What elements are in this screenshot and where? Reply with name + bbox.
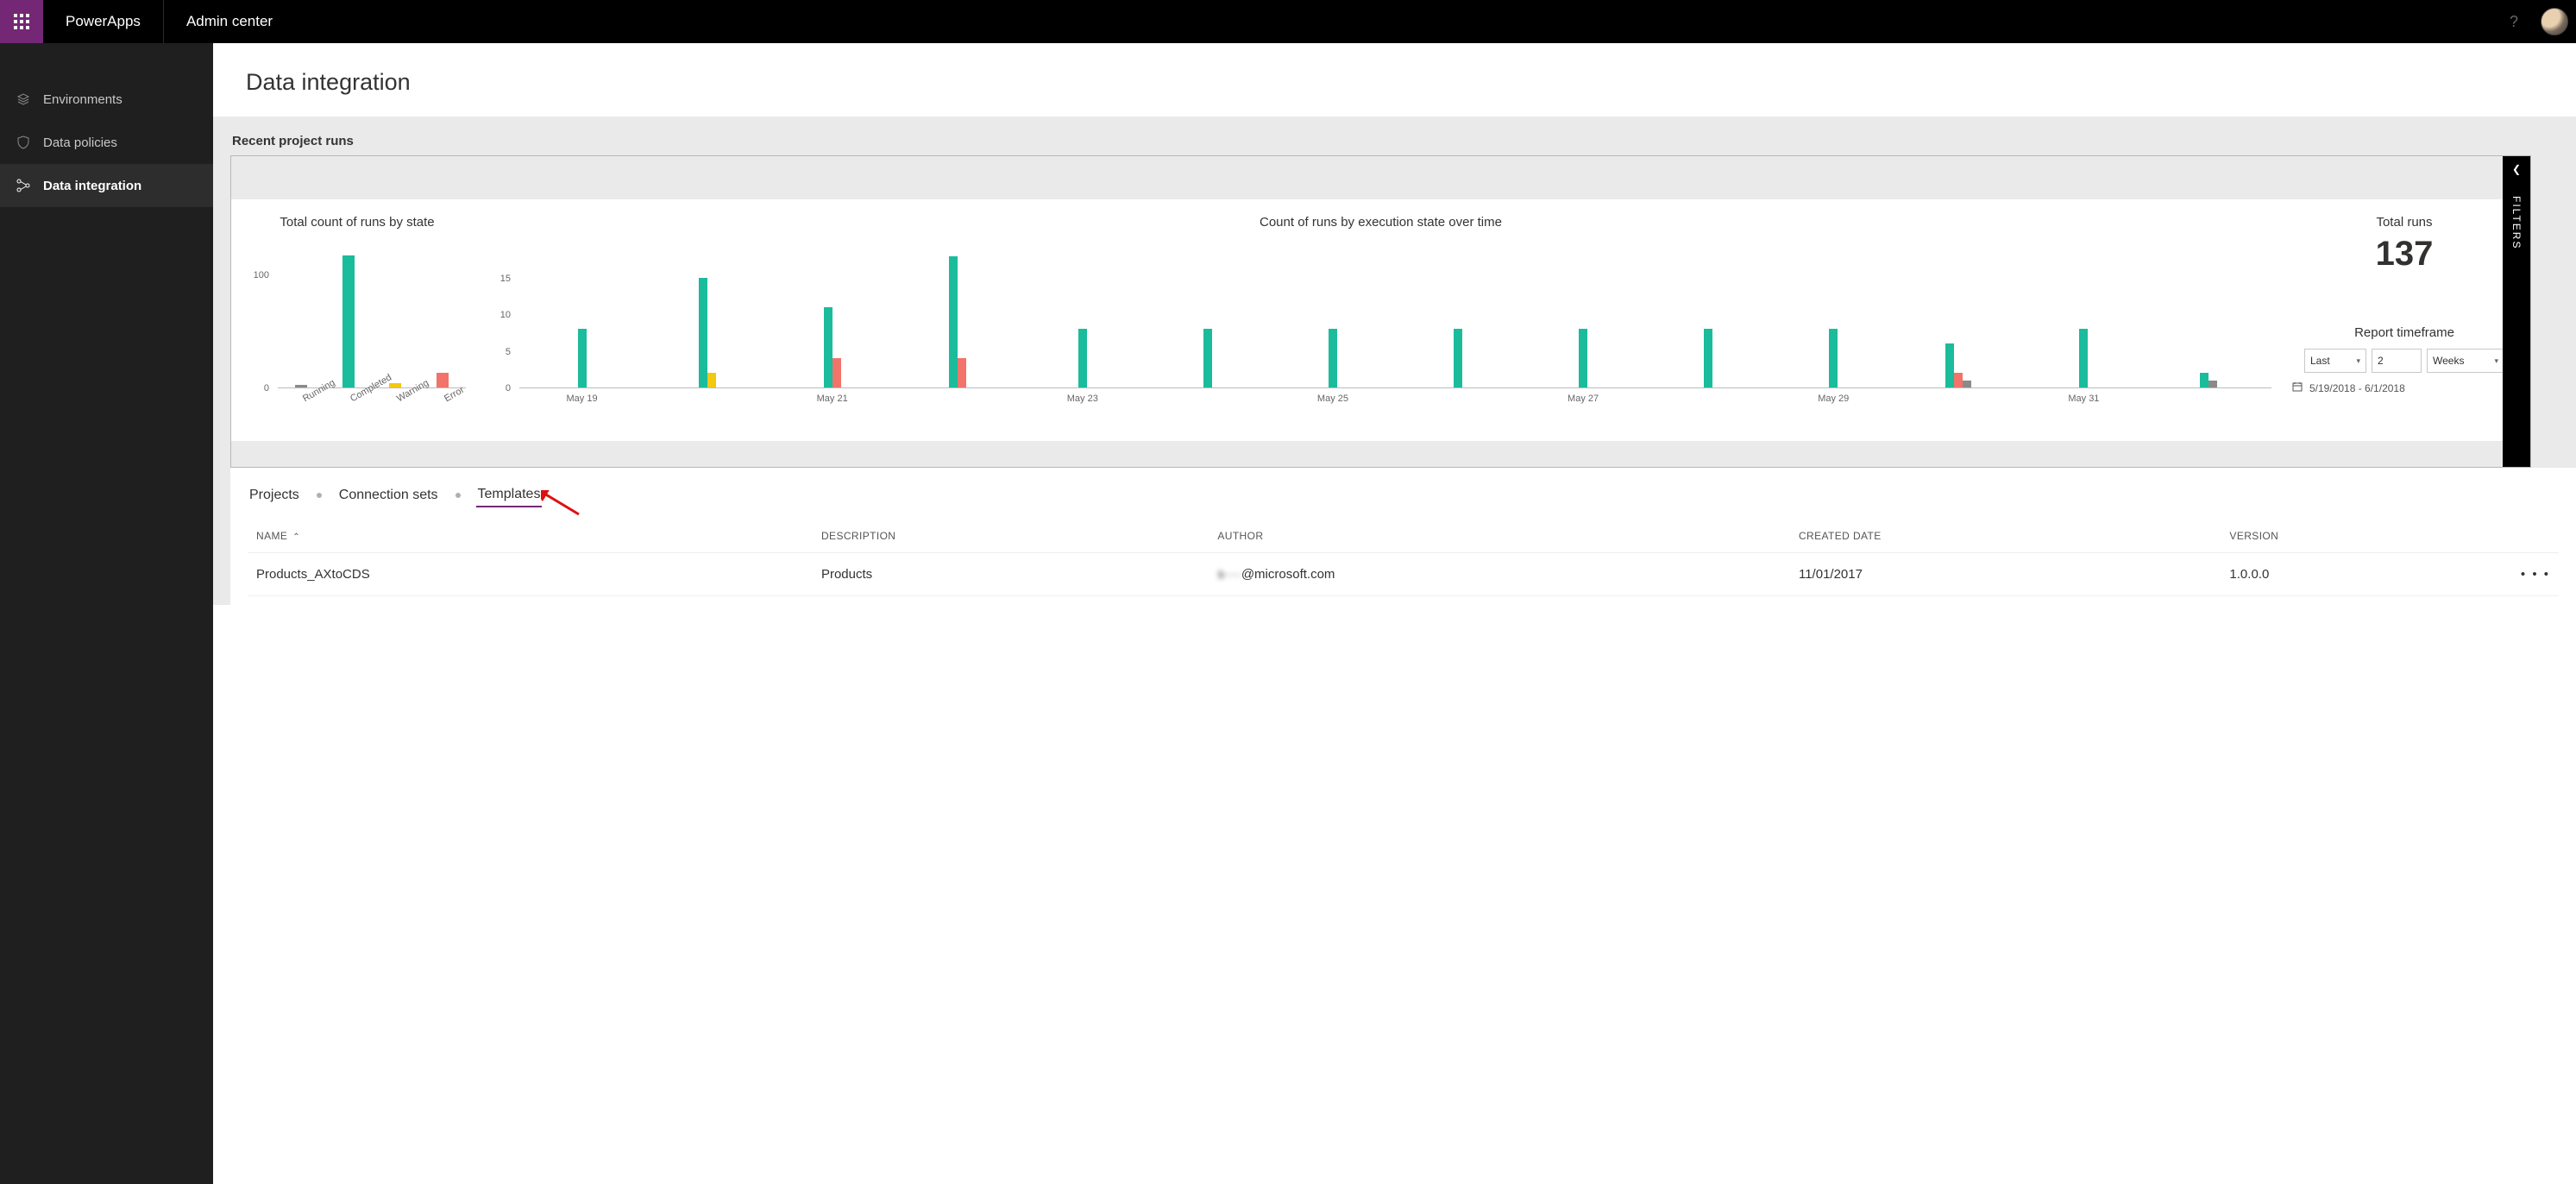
filters-label: FILTERS — [2510, 196, 2523, 249]
tab-projects[interactable]: Projects — [248, 484, 301, 507]
avatar-icon — [2541, 8, 2568, 35]
sidebar-item-data-policies[interactable]: Data policies — [0, 121, 213, 164]
dashboard-card: ❮ FILTERS Total count of runs by state 0… — [230, 155, 2531, 468]
sidebar-item-environments[interactable]: Environments — [0, 78, 213, 121]
cell-created: 11/01/2017 — [1790, 553, 2221, 596]
tab-separator-icon — [456, 493, 461, 498]
templates-table: NAME⌃ DESCRIPTION AUTHOR CREATED DATE VE… — [230, 516, 2576, 605]
tabs: Projects Connection sets Templates — [230, 468, 2576, 516]
brand-label[interactable]: PowerApps — [43, 0, 164, 43]
col-version[interactable]: VERSION — [2221, 516, 2507, 553]
total-runs-label: Total runs — [2292, 215, 2516, 230]
sidebar-item-data-integration[interactable]: Data integration — [0, 164, 213, 207]
dashboard-section: Recent project runs ❮ FILTERS Total coun… — [213, 117, 2576, 605]
timeframe-unit-select[interactable]: Weeks▾ — [2427, 349, 2504, 373]
sidebar-item-label: Data policies — [43, 135, 117, 150]
chevron-left-icon: ❮ — [2512, 163, 2521, 175]
summary-panel: Total runs 137 Report timeframe Last▾ 2 … — [2292, 215, 2516, 432]
chevron-down-icon: ▾ — [2356, 356, 2360, 366]
sidebar-item-label: Data integration — [43, 179, 141, 193]
sidebar-item-label: Environments — [43, 92, 123, 107]
col-name[interactable]: NAME⌃ — [248, 516, 813, 553]
chart-runs-over-time: Count of runs by execution state over ti… — [487, 215, 2275, 432]
row-actions-button[interactable]: • • • — [2507, 553, 2559, 596]
total-runs-value: 137 — [2292, 235, 2516, 274]
cell-version: 1.0.0.0 — [2221, 553, 2507, 596]
table-row[interactable]: Products_AXtoCDSProductss····@microsoft.… — [248, 553, 2559, 596]
calendar-icon — [2292, 381, 2303, 394]
account-button[interactable] — [2533, 0, 2576, 43]
layers-icon — [16, 91, 31, 107]
top-bar: PowerApps Admin center ? — [0, 0, 2576, 43]
section-heading: Recent project runs — [232, 134, 2576, 148]
col-author[interactable]: AUTHOR — [1209, 516, 1790, 553]
timeframe-count-input[interactable]: 2 — [2372, 349, 2422, 373]
sort-asc-icon: ⌃ — [292, 532, 300, 542]
chevron-down-icon: ▾ — [2494, 356, 2498, 366]
annotation-arrow-icon — [541, 490, 581, 516]
chart-canvas: 0100RunningCompletedWarningError — [245, 242, 469, 414]
col-description[interactable]: DESCRIPTION — [813, 516, 1209, 553]
left-nav: Environments Data policies Data integrat… — [0, 43, 213, 1184]
app-launcher-button[interactable] — [0, 0, 43, 43]
page-title: Data integration — [213, 43, 2576, 117]
chart-runs-by-state: Total count of runs by state 0100Running… — [245, 215, 469, 432]
shield-icon — [16, 135, 31, 150]
cell-author: s····@microsoft.com — [1209, 553, 1790, 596]
tab-connection-sets[interactable]: Connection sets — [337, 484, 440, 507]
chart-title: Total count of runs by state — [245, 215, 469, 230]
filters-toggle[interactable]: ❮ FILTERS — [2503, 156, 2530, 467]
help-button[interactable]: ? — [2495, 0, 2533, 43]
timeframe-label: Report timeframe — [2292, 325, 2516, 340]
chart-title: Count of runs by execution state over ti… — [487, 215, 2275, 230]
date-range: 5/19/2018 - 6/1/2018 — [2292, 381, 2516, 394]
timeframe-period-select[interactable]: Last▾ — [2304, 349, 2366, 373]
tab-separator-icon — [317, 493, 322, 498]
cell-description: Products — [813, 553, 1209, 596]
help-icon: ? — [2510, 13, 2518, 31]
chart-canvas: 051015May 19May 21May 23May 25May 27May … — [487, 242, 2275, 414]
waffle-icon — [14, 14, 29, 29]
table-header-row: NAME⌃ DESCRIPTION AUTHOR CREATED DATE VE… — [248, 516, 2559, 553]
col-created[interactable]: CREATED DATE — [1790, 516, 2221, 553]
cell-name: Products_AXtoCDS — [248, 553, 813, 596]
main-content: Data integration Recent project runs ❮ F… — [213, 43, 2576, 1184]
area-label: Admin center — [164, 0, 295, 43]
tab-templates[interactable]: Templates — [476, 483, 543, 507]
integration-icon — [16, 178, 31, 193]
